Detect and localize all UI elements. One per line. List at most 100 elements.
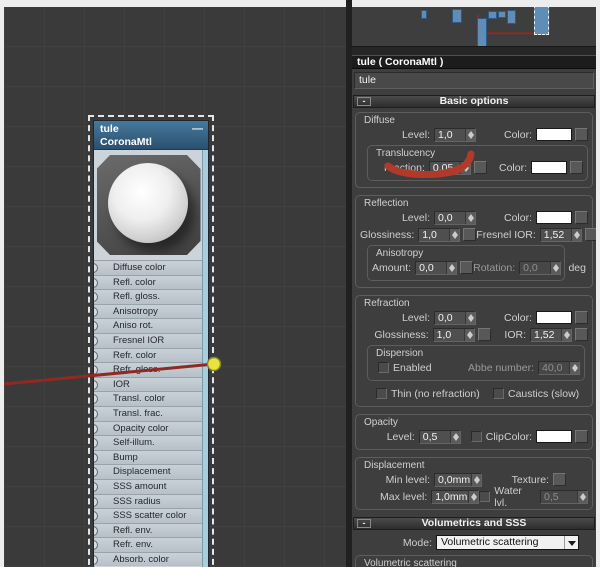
reflection-color-swatch[interactable] <box>536 211 572 224</box>
node-slot[interactable]: Opacity color <box>94 420 208 436</box>
minimize-icon[interactable]: — <box>192 124 203 135</box>
water-level-checkbox[interactable] <box>479 491 491 502</box>
spinner-arrows-icon[interactable] <box>570 228 581 241</box>
refraction-color-swatch[interactable] <box>536 311 572 324</box>
overview-node[interactable] <box>488 11 497 19</box>
slot-socket-icon[interactable] <box>94 525 98 536</box>
spinner-arrows-icon[interactable] <box>561 328 571 341</box>
reflection-color-map-button[interactable] <box>575 211 588 224</box>
spinner-arrows-icon[interactable] <box>465 311 475 324</box>
slot-socket-icon[interactable] <box>94 263 98 273</box>
material-node[interactable]: tule CoronaMtl — Diffuse color Refl. col… <box>93 120 209 567</box>
thin-refraction-checkbox[interactable] <box>376 388 387 399</box>
diffuse-level-spinner[interactable]: 1,0 <box>434 127 476 142</box>
dropdown-arrow-icon[interactable] <box>564 536 578 549</box>
spinner-arrows-icon[interactable] <box>465 128 475 141</box>
caustics-checkbox[interactable] <box>493 388 504 399</box>
slot-socket-icon[interactable] <box>94 394 98 405</box>
node-slot[interactable]: Aniso rot. <box>94 318 208 333</box>
opacity-color-map-button[interactable] <box>575 430 588 443</box>
reflection-glossiness-map-button[interactable] <box>463 228 477 241</box>
anisotropy-amount-spinner[interactable]: 0,0 <box>415 260 458 275</box>
translucency-fraction-spinner[interactable]: 0,05 <box>428 160 471 175</box>
slot-socket-icon[interactable] <box>94 350 98 361</box>
node-slot[interactable]: Bump <box>94 449 208 465</box>
spinner-arrows-icon[interactable] <box>463 328 474 341</box>
spinner-arrows-icon[interactable] <box>550 261 561 274</box>
material-preview[interactable] <box>96 155 201 255</box>
displacement-texture-button[interactable] <box>553 473 566 486</box>
collapse-icon[interactable]: - <box>357 519 371 528</box>
spinner-arrows-icon[interactable] <box>468 490 479 503</box>
translucency-color-map-button[interactable] <box>570 161 583 174</box>
diffuse-color-map-button[interactable] <box>575 128 588 141</box>
slot-socket-icon[interactable] <box>94 365 98 376</box>
rollout-volumetrics[interactable]: - Volumetrics and SSS <box>353 517 595 530</box>
node-slot[interactable]: Displacement <box>94 464 208 479</box>
node-slot[interactable]: SSS amount <box>94 478 208 494</box>
node-slot[interactable]: Transl. color <box>94 391 208 406</box>
spinner-arrows-icon[interactable] <box>569 361 579 374</box>
slot-socket-icon[interactable] <box>94 306 98 317</box>
spinner-arrows-icon[interactable] <box>449 430 460 443</box>
material-name-input[interactable]: tule <box>354 72 594 89</box>
spinner-arrows-icon[interactable] <box>471 473 481 486</box>
node-slot[interactable]: Anisotropy <box>94 303 208 319</box>
spinner-arrows-icon[interactable] <box>446 261 457 274</box>
overview-node[interactable] <box>421 10 427 19</box>
node-slot[interactable]: Refl. gloss. <box>94 289 208 304</box>
displacement-min-spinner[interactable]: 0,0mm <box>434 472 482 487</box>
opacity-color-swatch[interactable] <box>536 430 572 443</box>
node-slot[interactable]: Refl. env. <box>94 522 208 538</box>
node-slot[interactable]: Refr. env. <box>94 537 208 552</box>
ior-spinner[interactable]: 1,52 <box>530 327 572 342</box>
slot-socket-icon[interactable] <box>94 540 98 551</box>
slot-socket-icon[interactable] <box>94 467 98 478</box>
opacity-level-spinner[interactable]: 0,5 <box>418 429 461 444</box>
node-slot[interactable]: SSS radius <box>94 493 208 509</box>
node-slot[interactable]: Self-illum. <box>94 435 208 450</box>
dispersion-enabled-checkbox[interactable] <box>378 362 389 373</box>
refraction-color-map-button[interactable] <box>575 311 588 324</box>
fresnel-ior-spinner[interactable]: 1,52 <box>539 227 582 242</box>
node-overview-strip[interactable] <box>352 7 596 47</box>
slot-socket-icon[interactable] <box>94 423 98 434</box>
refraction-level-spinner[interactable]: 0,0 <box>434 310 476 325</box>
collapse-icon[interactable]: - <box>357 97 371 106</box>
reflection-level-spinner[interactable]: 0,0 <box>434 210 476 225</box>
rotation-spinner[interactable]: 0,0 <box>519 260 562 275</box>
mode-dropdown[interactable]: Volumetric scattering <box>436 535 579 550</box>
overview-node[interactable] <box>477 18 487 46</box>
slot-socket-icon[interactable] <box>94 321 98 332</box>
overview-node-selected[interactable] <box>534 7 549 35</box>
slot-socket-icon[interactable] <box>94 335 98 346</box>
material-node-selection[interactable]: tule CoronaMtl — Diffuse color Refl. col… <box>88 115 214 567</box>
spinner-arrows-icon[interactable] <box>465 211 475 224</box>
node-slot[interactable]: Diffuse color <box>94 260 208 275</box>
slot-socket-icon[interactable] <box>94 481 98 492</box>
node-view-canvas[interactable]: tule CoronaMtl — Diffuse color Refl. col… <box>4 7 346 567</box>
water-level-spinner[interactable]: 0,5 <box>540 489 588 504</box>
node-slot[interactable]: Refr. color <box>94 347 208 363</box>
slot-socket-icon[interactable] <box>94 554 98 565</box>
rollout-basic-options[interactable]: - Basic options <box>353 95 595 108</box>
node-slot[interactable]: Refr. gloss. <box>94 362 208 377</box>
anisotropy-amount-map-button[interactable] <box>460 261 474 274</box>
slot-socket-icon[interactable] <box>94 379 98 390</box>
slot-socket-icon[interactable] <box>94 511 98 522</box>
overview-node[interactable] <box>507 10 516 24</box>
node-slot[interactable]: Refl. color <box>94 274 208 290</box>
material-node-header[interactable]: tule CoronaMtl — <box>94 121 208 150</box>
overview-node[interactable] <box>452 9 462 23</box>
spinner-arrows-icon[interactable] <box>577 490 587 503</box>
node-slot[interactable]: IOR <box>94 376 208 392</box>
node-slot[interactable]: SSS scatter color <box>94 508 208 523</box>
overview-node[interactable] <box>498 11 506 18</box>
diffuse-color-swatch[interactable] <box>536 128 572 141</box>
node-slot[interactable]: Fresnel IOR <box>94 332 208 348</box>
slot-socket-icon[interactable] <box>94 496 98 507</box>
reflection-glossiness-spinner[interactable]: 1,0 <box>418 227 461 242</box>
abbe-number-spinner[interactable]: 40,0 <box>538 360 580 375</box>
refraction-glossiness-map-button[interactable] <box>477 328 491 341</box>
fresnel-ior-map-button[interactable] <box>584 228 596 241</box>
